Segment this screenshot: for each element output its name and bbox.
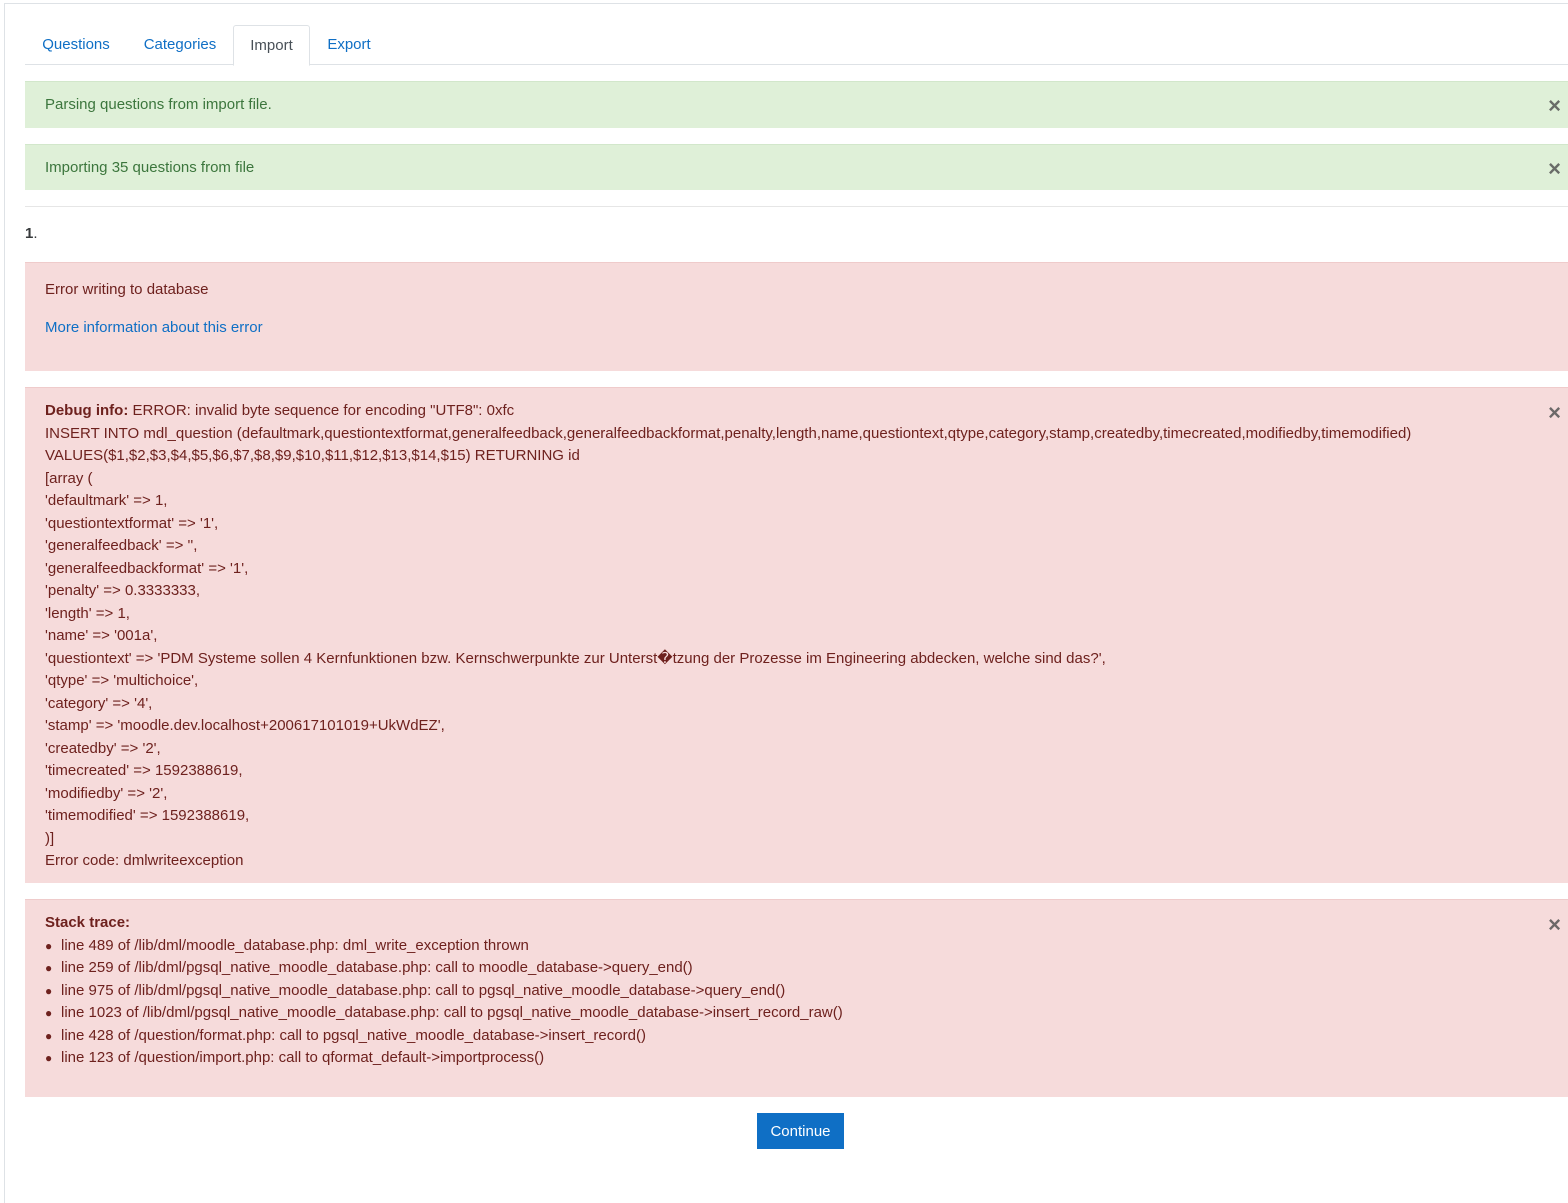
list-item: ● line 1023 of /lib/dml/pgsql_native_mood… [45, 1002, 843, 1025]
bullet-icon: ● [45, 1006, 53, 1020]
debug-line: 'timemodified' => 1592388619, [45, 807, 250, 824]
debug-line: 'generalfeedbackformat' => '1', [45, 559, 249, 577]
parsing-message: Parsing questions from import file. [45, 96, 272, 113]
bullet-icon: ● [45, 961, 53, 975]
debug-line: 'qtype' => 'multichoice', [45, 672, 199, 689]
debug-error-code: )] [45, 829, 55, 847]
list-item: ● line 975 of /lib/dml/pgsql_native_moodl… [45, 980, 843, 1003]
question-number: 1. [25, 225, 38, 242]
tab-import[interactable]: Import [233, 25, 310, 66]
stack-trace-box: × Stack trace: ● line 489 of /lib/dml/moo… [25, 899, 1568, 1097]
debug-line: 'timecreated' => 1592388619, [45, 762, 243, 779]
bullet-icon: ● [45, 983, 53, 998]
list-item: ● line 489 of /lib/dml/moodle_database.ph… [45, 935, 843, 958]
debug-line: 'defaultmark' => 1, [45, 492, 168, 509]
debug-info-label: Debug info: [45, 402, 129, 419]
bullet-icon: ● [45, 1028, 53, 1043]
close-icon[interactable]: × [1548, 914, 1561, 936]
debug-info-box: × Debug info: ERROR: invalid byte sequen… [25, 387, 1568, 883]
debug-error-code: Error code: dmlwriteexception [45, 852, 244, 869]
debug-info-text: Debug info: ERROR: invalid byte sequence… [45, 400, 1411, 873]
tab-export[interactable]: Export [310, 25, 388, 65]
tab-questions[interactable]: Questions [25, 25, 127, 65]
debug-line: 'generalfeedback' => '', [45, 537, 198, 554]
debug-line: 'questiontextformat' => '1', [45, 514, 219, 532]
debug-line: 'category' => '4', [45, 694, 153, 712]
list-item: ● line 259 of /lib/dml/pgsql_native_moodl… [45, 957, 843, 980]
stack-trace-label: Stack trace: [45, 914, 131, 931]
parsing-notification: Parsing questions from import file. × [25, 81, 1568, 128]
importing-notification: Importing 35 questions from file × [25, 144, 1568, 190]
stack-trace-line: line 975 of /lib/dml/pgsql_native_moodle… [61, 981, 786, 999]
stack-trace-line: line 259 of /lib/dml/pgsql_native_moodle… [61, 959, 693, 976]
importing-message: Importing 35 questions from file [45, 159, 255, 176]
close-icon[interactable]: × [1548, 158, 1561, 180]
debug-line: INSERT INTO mdl_question (defaultmark,qu… [45, 424, 1412, 442]
stack-trace-line: line 1023 of /lib/dml/pgsql_native_moodl… [61, 1004, 843, 1021]
error-box: Error writing to database More informati… [25, 262, 1568, 371]
tab-categories[interactable]: Categories [127, 25, 233, 65]
stack-trace-line: line 489 of /lib/dml/moodle_database.php… [61, 936, 529, 954]
list-item: ● line 123 of /question/import.php: call … [45, 1047, 843, 1070]
continue-button[interactable]: Continue [757, 1113, 844, 1149]
debug-line: 'name' => '001a', [45, 627, 158, 644]
error-title: Error writing to database [45, 281, 209, 298]
question-number-suffix: . [33, 225, 38, 242]
stack-trace-line: line 123 of /question/import.php: call t… [61, 1049, 545, 1066]
debug-error-message: ERROR: invalid byte sequence for encodin… [128, 402, 515, 419]
bullet-icon: ● [45, 1051, 53, 1065]
tab-bar: Questions Categories Import Export [25, 25, 1568, 66]
more-info-link[interactable]: More information about this error [45, 319, 263, 336]
stack-trace-line: line 428 of /question/format.php: call t… [61, 1026, 646, 1044]
close-icon[interactable]: × [1548, 95, 1561, 117]
list-item: ● line 428 of /question/format.php: call … [45, 1025, 843, 1048]
debug-line: 'modifiedby' => '2', [45, 784, 168, 802]
divider [25, 206, 1568, 207]
debug-line: [array ( [45, 469, 93, 487]
debug-line: 'questiontext' => 'PDM Systeme sollen 4 … [45, 649, 1106, 667]
debug-line: VALUES($1,$2,$3,$4,$5,$6,$7,$8,$9,$10,$1… [45, 447, 580, 464]
debug-line: 'penalty' => 0.3333333, [45, 582, 201, 599]
close-icon[interactable]: × [1548, 402, 1561, 424]
debug-line: 'createdby' => '2', [45, 739, 161, 757]
debug-line: 'length' => 1, [45, 604, 130, 622]
debug-line: 'stamp' => 'moodle.dev.localhost+2006171… [45, 717, 445, 734]
bullet-icon: ● [45, 938, 53, 953]
stack-trace-list: Stack trace: ● line 489 of /lib/dml/moodl… [45, 912, 843, 1070]
